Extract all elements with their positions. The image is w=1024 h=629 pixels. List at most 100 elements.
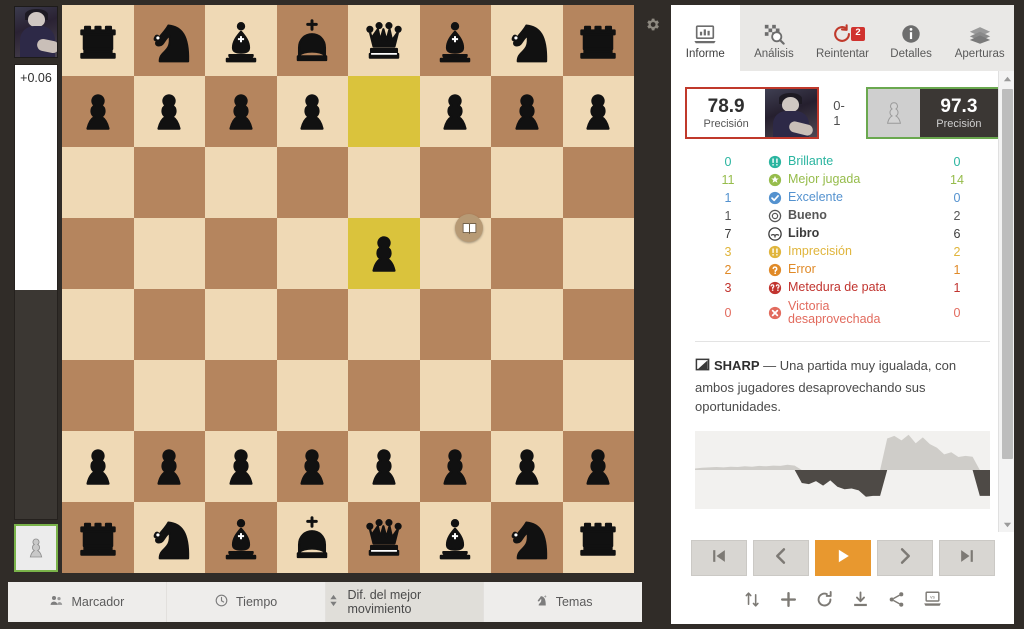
- board-square[interactable]: [205, 431, 277, 502]
- board-square[interactable]: [276, 360, 348, 431]
- skip-forward-icon: [957, 546, 977, 571]
- board-square[interactable]: [133, 5, 205, 76]
- board-square[interactable]: [419, 5, 491, 76]
- tab-an-lisis[interactable]: Análisis: [740, 5, 809, 71]
- board-square[interactable]: [205, 360, 277, 431]
- last-move-button[interactable]: [938, 540, 995, 576]
- board-square[interactable]: [562, 76, 634, 147]
- evaluation-graph-svg: [695, 430, 990, 509]
- board-tab-marcador[interactable]: Marcador: [8, 582, 167, 622]
- board-square[interactable]: [205, 502, 277, 573]
- panel-content: 78.9 Precisión 0-1 97.3 Precisión 0 Bril…: [671, 71, 1014, 509]
- board-square[interactable]: [133, 218, 205, 289]
- board-square[interactable]: [562, 218, 634, 289]
- board-square[interactable]: [491, 289, 563, 360]
- board-tab-tiempo[interactable]: Tiempo: [167, 582, 326, 622]
- board-square[interactable]: [62, 431, 134, 502]
- board-square[interactable]: [62, 76, 134, 147]
- board-settings-button[interactable]: [642, 14, 662, 34]
- board-square[interactable]: [133, 76, 205, 147]
- board-square[interactable]: [562, 502, 634, 573]
- tab-aperturas[interactable]: Aperturas: [945, 5, 1014, 71]
- books-icon: [968, 21, 992, 45]
- board-square[interactable]: [348, 289, 420, 360]
- board-square[interactable]: [348, 76, 420, 147]
- board-square[interactable]: [62, 5, 134, 76]
- board-square[interactable]: [491, 218, 563, 289]
- board-square[interactable]: [491, 360, 563, 431]
- computer-vs-icon[interactable]: vs: [922, 588, 944, 610]
- board-square[interactable]: [62, 218, 134, 289]
- board-square[interactable]: [276, 5, 348, 76]
- board-square[interactable]: [133, 502, 205, 573]
- board-square[interactable]: [491, 431, 563, 502]
- panel-scrollbar[interactable]: [998, 71, 1014, 532]
- board-square[interactable]: [276, 502, 348, 573]
- scroll-up-arrow[interactable]: [999, 71, 1014, 87]
- scrollbar-thumb[interactable]: [1002, 89, 1013, 459]
- board-square[interactable]: [562, 360, 634, 431]
- board-square[interactable]: [205, 5, 277, 76]
- board-square[interactable]: [133, 360, 205, 431]
- board-square[interactable]: [133, 431, 205, 502]
- board-square[interactable]: [276, 218, 348, 289]
- board-square[interactable]: [491, 76, 563, 147]
- previous-move-button[interactable]: [752, 540, 809, 576]
- next-move-button[interactable]: [876, 540, 933, 576]
- board-square[interactable]: [419, 76, 491, 147]
- board-square[interactable]: [491, 147, 563, 218]
- black-knight-icon: [511, 521, 547, 559]
- board-square[interactable]: [562, 431, 634, 502]
- board-square[interactable]: [348, 431, 420, 502]
- stat-row: 7 Libro 6: [689, 225, 996, 243]
- board-square[interactable]: [133, 289, 205, 360]
- download-icon[interactable]: [850, 588, 872, 610]
- board-square[interactable]: [62, 360, 134, 431]
- tab-informe[interactable]: Informe: [671, 5, 740, 71]
- add-icon[interactable]: [778, 588, 800, 610]
- board-square[interactable]: [562, 5, 634, 76]
- board-square[interactable]: [62, 147, 134, 218]
- board-square[interactable]: [133, 147, 205, 218]
- board-square[interactable]: [491, 502, 563, 573]
- board-square[interactable]: [276, 289, 348, 360]
- scroll-down-arrow[interactable]: [999, 516, 1014, 532]
- refresh-icon[interactable]: [814, 588, 836, 610]
- board-square[interactable]: [348, 502, 420, 573]
- share-icon[interactable]: [886, 588, 908, 610]
- chess-board[interactable]: [62, 5, 634, 573]
- board-square[interactable]: [348, 5, 420, 76]
- board-square[interactable]: [348, 218, 420, 289]
- stat-label-group: Libro: [767, 227, 918, 242]
- board-square[interactable]: [419, 502, 491, 573]
- board-square[interactable]: [419, 360, 491, 431]
- board-square[interactable]: [276, 76, 348, 147]
- board-square[interactable]: [62, 502, 134, 573]
- board-square[interactable]: [205, 76, 277, 147]
- board-square[interactable]: [419, 431, 491, 502]
- evaluation-graph[interactable]: [695, 430, 990, 509]
- board-square[interactable]: [348, 147, 420, 218]
- board-square[interactable]: [491, 5, 563, 76]
- stat-black-count: 1: [953, 281, 961, 295]
- board-square[interactable]: [562, 147, 634, 218]
- board-square[interactable]: [419, 289, 491, 360]
- play-button[interactable]: [814, 540, 871, 576]
- board-square[interactable]: [419, 147, 491, 218]
- board-square[interactable]: [205, 218, 277, 289]
- white-pawn-icon: [229, 93, 253, 130]
- tab-reintentar[interactable]: 2 Reintentar: [808, 5, 877, 71]
- board-square[interactable]: [276, 431, 348, 502]
- board-tab-temas[interactable]: Temas: [484, 582, 642, 622]
- board-square[interactable]: [205, 147, 277, 218]
- board-square[interactable]: [276, 147, 348, 218]
- first-move-button[interactable]: [690, 540, 747, 576]
- board-square[interactable]: [62, 289, 134, 360]
- board-square[interactable]: [562, 289, 634, 360]
- board-square[interactable]: [348, 360, 420, 431]
- board-tab-dif-del-mejor-movimiento[interactable]: Dif. del mejor movimiento: [325, 582, 485, 622]
- tab-detalles[interactable]: Detalles: [877, 5, 946, 71]
- flip-board-icon[interactable]: [742, 588, 764, 610]
- board-square[interactable]: [205, 289, 277, 360]
- evaluation-bar[interactable]: +0.06: [14, 64, 58, 520]
